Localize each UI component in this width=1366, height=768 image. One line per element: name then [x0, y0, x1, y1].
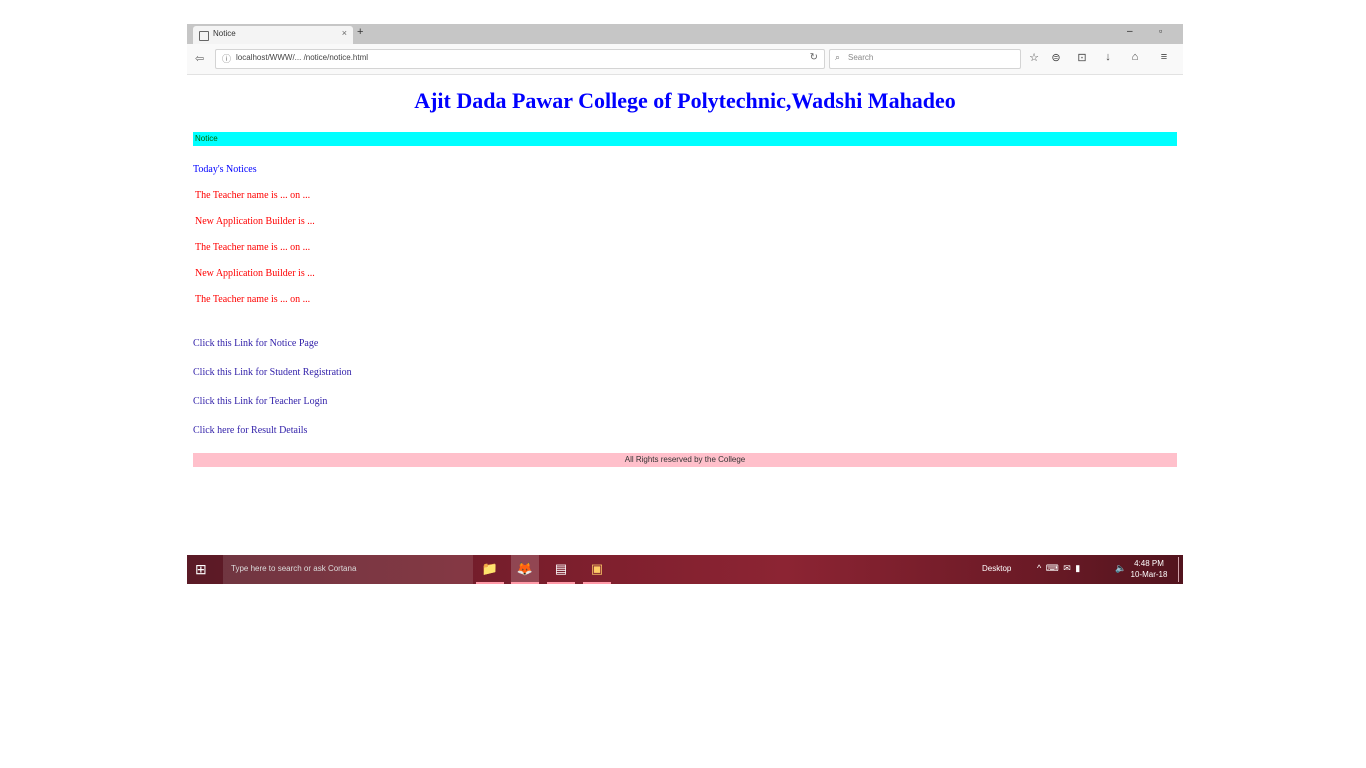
result-details-link[interactable]: Click here for Result Details	[193, 425, 352, 454]
footer-bar: All Rights reserved by the College	[193, 453, 1177, 467]
browser-tab[interactable]: Notice ×	[193, 26, 353, 44]
menu-icon[interactable]: ≡	[1157, 51, 1171, 63]
clock-time: 4:48 PM	[1134, 559, 1164, 568]
notice-item: New Application Builder is ...	[195, 268, 315, 279]
desktop-toolbar-label[interactable]: Desktop	[982, 564, 1011, 573]
url-text[interactable]: localhost/WWW/... /notice/notice.html	[236, 53, 368, 62]
notice-item: New Application Builder is ...	[195, 216, 315, 227]
search-icon: ⌕	[835, 52, 841, 62]
app-window-icon[interactable]: ▤	[547, 555, 575, 584]
volume-icon[interactable]: 🔈	[1115, 563, 1126, 574]
notice-page-link[interactable]: Click this Link for Notice Page	[193, 338, 352, 367]
url-bar[interactable]: ⓘ localhost/WWW/... /notice/notice.html …	[215, 49, 825, 69]
notice-item: The Teacher name is ... on ...	[195, 190, 311, 201]
pocket-icon[interactable]: ⊡	[1075, 51, 1089, 64]
browser-search-input[interactable]: ⌕ Search	[829, 49, 1021, 69]
notice-header-text: Notice	[195, 134, 218, 143]
maximize-button[interactable]: ▫	[1159, 26, 1162, 36]
download-icon[interactable]: ↓	[1101, 51, 1115, 63]
tab-title: Notice	[213, 29, 236, 38]
back-arrow-icon[interactable]: ⇦	[195, 52, 204, 65]
new-tab-button[interactable]: +	[357, 26, 363, 38]
footer-text: All Rights reserved by the College	[624, 455, 746, 464]
info-icon[interactable]: ⓘ	[222, 52, 231, 65]
notice-item: The Teacher name is ... on ...	[195, 242, 311, 253]
star-icon[interactable]: ☆	[1027, 51, 1041, 64]
start-menu-icon[interactable]: ⊞	[195, 561, 207, 578]
taskbar: ⊞ Type here to search or ask Cortana 📁 🦊…	[187, 555, 1183, 584]
close-tab-icon[interactable]: ×	[342, 28, 347, 38]
taskbar-search-input[interactable]: Type here to search or ask Cortana	[223, 555, 473, 584]
taskbar-search-placeholder: Type here to search or ask Cortana	[231, 564, 357, 573]
firefox-icon[interactable]: 🦊	[511, 555, 539, 584]
minimize-button[interactable]: –	[1127, 26, 1133, 37]
page-title: Ajit Dada Pawar College of Polytechnic,W…	[414, 88, 956, 113]
taskbar-clock[interactable]: 4:48 PM 10-Mar-18	[1129, 558, 1169, 580]
notice-item: The Teacher name is ... on ...	[195, 294, 311, 305]
system-tray-icons[interactable]: ^ ⌨ ✉ ▮	[1037, 563, 1081, 574]
page-icon	[199, 31, 209, 41]
photos-icon[interactable]: ▣	[583, 555, 611, 584]
home-icon[interactable]: ⌂	[1128, 51, 1142, 63]
notice-section-label: Today's Notices	[193, 164, 257, 175]
notice-list: The Teacher name is ... on ... New Appli…	[195, 190, 315, 320]
browser-tab-bar: Notice × + – ▫	[187, 24, 1183, 44]
reading-list-icon[interactable]: ⊜	[1049, 51, 1063, 64]
student-registration-link[interactable]: Click this Link for Student Registration	[193, 367, 352, 396]
file-explorer-icon[interactable]: 📁	[476, 555, 504, 584]
show-desktop-button[interactable]	[1178, 557, 1179, 582]
browser-nav-bar: ⇦ ⓘ localhost/WWW/... /notice/notice.htm…	[187, 44, 1183, 75]
reload-icon[interactable]: ↻	[810, 52, 818, 63]
desktop-screen: Notice × + – ▫ ⇦ ⓘ localhost/WWW/... /no…	[187, 24, 1183, 584]
search-placeholder: Search	[848, 53, 874, 62]
link-list: Click this Link for Notice Page Click th…	[193, 338, 352, 454]
notice-header-bar: Notice	[193, 132, 1177, 146]
teacher-login-link[interactable]: Click this Link for Teacher Login	[193, 396, 352, 425]
clock-date: 10-Mar-18	[1130, 570, 1168, 579]
